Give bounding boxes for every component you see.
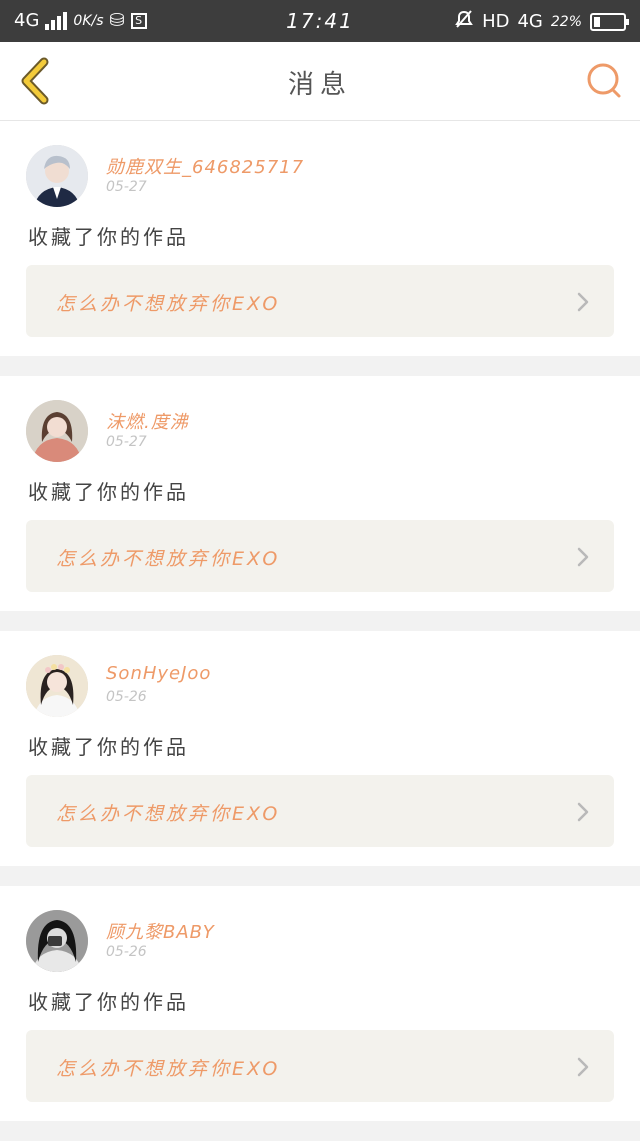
chevron-right-icon (577, 292, 589, 312)
page-title: 消息 (287, 70, 352, 100)
username[interactable]: SonHyeJoo (106, 663, 211, 684)
action-text: 收藏了你的作品 (28, 480, 189, 504)
hd-label: HD (482, 11, 510, 32)
chevron-right-icon (577, 802, 589, 822)
message-card: 顾九黎BABY 05-26 收藏了你的作品 怎么办不想放弃你EXO (0, 886, 640, 1121)
network-right-label: 4G (517, 11, 543, 32)
work-link[interactable]: 怎么办不想放弃你EXO (26, 775, 614, 847)
status-right: HD 4G 22% (454, 9, 629, 34)
search-icon (587, 63, 621, 98)
avatar[interactable] (26, 400, 88, 462)
work-link[interactable]: 怎么办不想放弃你EXO (26, 265, 614, 337)
message-card: 沫燃.度沸 05-27 收藏了你的作品 怎么办不想放弃你EXO (0, 376, 640, 611)
message-date: 05-27 (106, 434, 147, 450)
avatar[interactable] (26, 655, 88, 717)
username[interactable]: 勋鹿双生_646825717 (106, 153, 304, 179)
username[interactable]: 顾九黎BABY (106, 918, 215, 944)
message-list: 勋鹿双生_646825717 05-27 收藏了你的作品 怎么办不想放弃你EXO… (0, 121, 640, 1141)
work-link[interactable]: 怎么办不想放弃你EXO (26, 1030, 614, 1102)
message-date: 05-26 (106, 944, 147, 960)
nav-bar: 消息 (0, 42, 640, 121)
work-title: 怎么办不想放弃你EXO (56, 293, 281, 315)
battery-percent: 22% (550, 13, 582, 30)
work-title: 怎么办不想放弃你EXO (56, 548, 281, 570)
action-text: 收藏了你的作品 (28, 225, 189, 249)
avatar[interactable] (26, 910, 88, 972)
battery-icon (590, 12, 629, 31)
chevron-right-icon (577, 547, 589, 567)
action-text: 收藏了你的作品 (28, 735, 189, 759)
status-bar: 4G 0K/s ⛁ S 17:41 HD 4G 22% (0, 0, 640, 42)
work-title: 怎么办不想放弃你EXO (56, 1058, 281, 1080)
message-date: 05-27 (106, 179, 147, 195)
search-button[interactable] (584, 60, 626, 102)
work-title: 怎么办不想放弃你EXO (56, 803, 281, 825)
action-text: 收藏了你的作品 (28, 990, 189, 1014)
chevron-right-icon (577, 1057, 589, 1077)
mute-bell-icon (454, 9, 474, 34)
avatar[interactable] (26, 145, 88, 207)
username[interactable]: 沫燃.度沸 (106, 408, 189, 434)
message-card: 勋鹿双生_646825717 05-27 收藏了你的作品 怎么办不想放弃你EXO (0, 121, 640, 356)
work-link[interactable]: 怎么办不想放弃你EXO (26, 520, 614, 592)
message-card: SonHyeJoo 05-26 收藏了你的作品 怎么办不想放弃你EXO (0, 631, 640, 866)
message-date: 05-26 (106, 689, 147, 705)
